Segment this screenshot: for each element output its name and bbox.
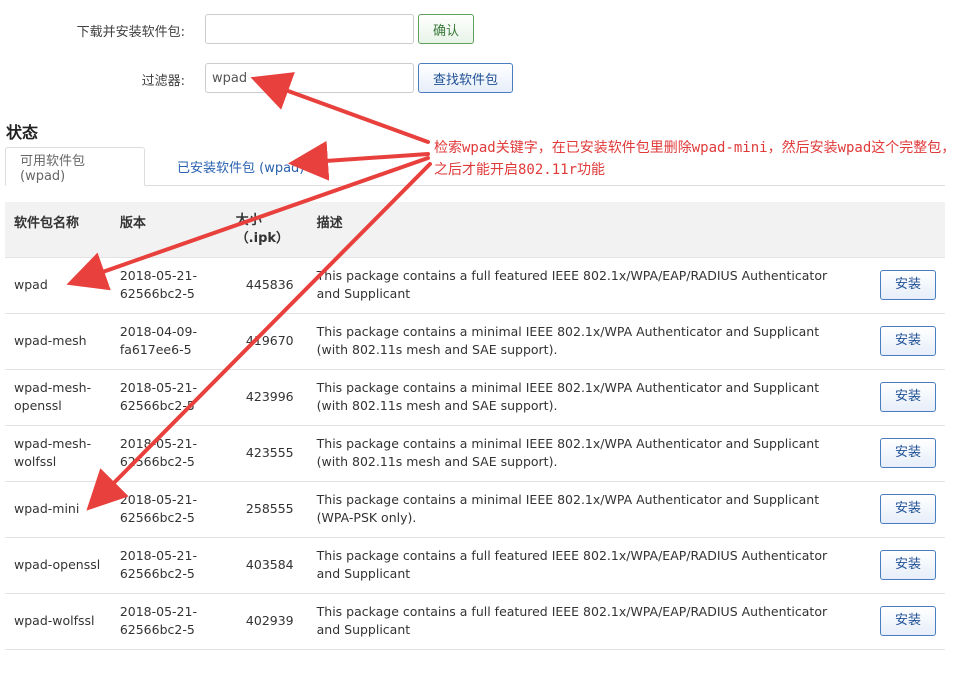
package-description: This package contains a minimal IEEE 802… bbox=[302, 312, 857, 369]
find-package-button[interactable]: 查找软件包 bbox=[418, 63, 513, 93]
tab-installed-packages[interactable]: 已安装软件包 (wpad) bbox=[163, 147, 318, 186]
package-size: 423555 bbox=[226, 424, 303, 481]
package-table: 软件包名称 版本 大小 （.ipk） 描述 wpad 2018-05-21- 62… bbox=[5, 202, 945, 650]
package-description: This package contains a full featured IE… bbox=[302, 256, 857, 313]
package-description: This package contains a full featured IE… bbox=[302, 536, 857, 593]
package-version: 2018-04-09- fa617ee6-5 bbox=[110, 312, 227, 369]
filter-input[interactable] bbox=[205, 63, 414, 93]
action-cell: 安装 bbox=[856, 368, 945, 425]
package-size: 258555 bbox=[226, 480, 303, 537]
package-size: 419670 bbox=[226, 312, 303, 369]
action-cell: 安装 bbox=[856, 480, 945, 537]
action-cell: 安装 bbox=[856, 424, 945, 481]
table-row: wpad-openssl 2018-05-21- 62566bc2-5 403584… bbox=[5, 536, 945, 593]
package-name: wpad-wolfssl bbox=[5, 592, 111, 650]
status-title: 状态 bbox=[6, 123, 39, 142]
package-name: wpad-mesh bbox=[5, 312, 111, 369]
package-size: 445836 bbox=[226, 256, 303, 313]
install-button[interactable]: 安装 bbox=[879, 550, 936, 580]
header-description: 描述 bbox=[302, 202, 857, 257]
package-version: 2018-05-21- 62566bc2-5 bbox=[110, 368, 227, 425]
filter-label: 过滤器: bbox=[141, 74, 185, 89]
package-size: 402939 bbox=[226, 592, 303, 650]
download-package-input[interactable] bbox=[205, 14, 414, 44]
action-cell: 安装 bbox=[856, 312, 945, 369]
table-header-row: 软件包名称 版本 大小 （.ipk） 描述 bbox=[5, 202, 945, 257]
table-row: wpad 2018-05-21- 62566bc2-5 445836 This pac… bbox=[5, 256, 945, 313]
package-version: 2018-05-21- 62566bc2-5 bbox=[110, 592, 227, 650]
package-version: 2018-05-21- 62566bc2-5 bbox=[110, 480, 227, 537]
package-description: This package contains a full featured IE… bbox=[302, 592, 857, 650]
confirm-button[interactable]: 确认 bbox=[418, 14, 474, 44]
table-row: wpad-mesh 2018-04-09- fa617ee6-5 419670 Thi… bbox=[5, 312, 945, 369]
header-action bbox=[856, 202, 945, 257]
install-button[interactable]: 安装 bbox=[879, 494, 936, 524]
header-name: 软件包名称 bbox=[5, 202, 111, 257]
table-row: wpad-wolfssl 2018-05-21- 62566bc2-5 402939… bbox=[5, 592, 945, 650]
annotation-note: 检索wpad关键字，在已安装软件包里删除wpad-mini，然后安装wpad这个… bbox=[434, 140, 956, 178]
package-name: wpad-mesh- openssl bbox=[5, 368, 111, 425]
package-description: This package contains a minimal IEEE 802… bbox=[302, 368, 857, 425]
download-label: 下载并安装软件包: bbox=[76, 25, 185, 40]
action-cell: 安装 bbox=[856, 256, 945, 313]
table-row: wpad-mini 2018-05-21- 62566bc2-5 258555 Thi… bbox=[5, 480, 945, 537]
package-name: wpad-mesh- wolfssl bbox=[5, 424, 111, 481]
table-row: wpad-mesh- wolfssl 2018-05-21- 62566bc2-5… bbox=[5, 424, 945, 481]
package-version: 2018-05-21- 62566bc2-5 bbox=[110, 536, 227, 593]
package-version: 2018-05-21- 62566bc2-5 bbox=[110, 424, 227, 481]
package-name: wpad-openssl bbox=[5, 536, 111, 593]
package-name: wpad bbox=[5, 256, 111, 313]
install-button[interactable]: 安装 bbox=[879, 382, 936, 412]
action-cell: 安装 bbox=[856, 536, 945, 593]
header-size: 大小 （.ipk） bbox=[226, 202, 303, 257]
package-description: This package contains a minimal IEEE 802… bbox=[302, 480, 857, 537]
package-size: 403584 bbox=[226, 536, 303, 593]
install-button[interactable]: 安装 bbox=[879, 606, 936, 636]
install-button[interactable]: 安装 bbox=[879, 438, 936, 468]
action-cell: 安装 bbox=[856, 592, 945, 650]
install-button[interactable]: 安装 bbox=[879, 270, 936, 300]
header-version: 版本 bbox=[110, 202, 227, 257]
package-size: 423996 bbox=[226, 368, 303, 425]
package-description: This package contains a minimal IEEE 802… bbox=[302, 424, 857, 481]
table-row: wpad-mesh- openssl 2018-05-21- 62566bc2-5… bbox=[5, 368, 945, 425]
package-name: wpad-mini bbox=[5, 480, 111, 537]
tab-available-packages[interactable]: 可用软件包 (wpad) bbox=[5, 147, 145, 186]
package-version: 2018-05-21- 62566bc2-5 bbox=[110, 256, 227, 313]
install-button[interactable]: 安装 bbox=[879, 326, 936, 356]
